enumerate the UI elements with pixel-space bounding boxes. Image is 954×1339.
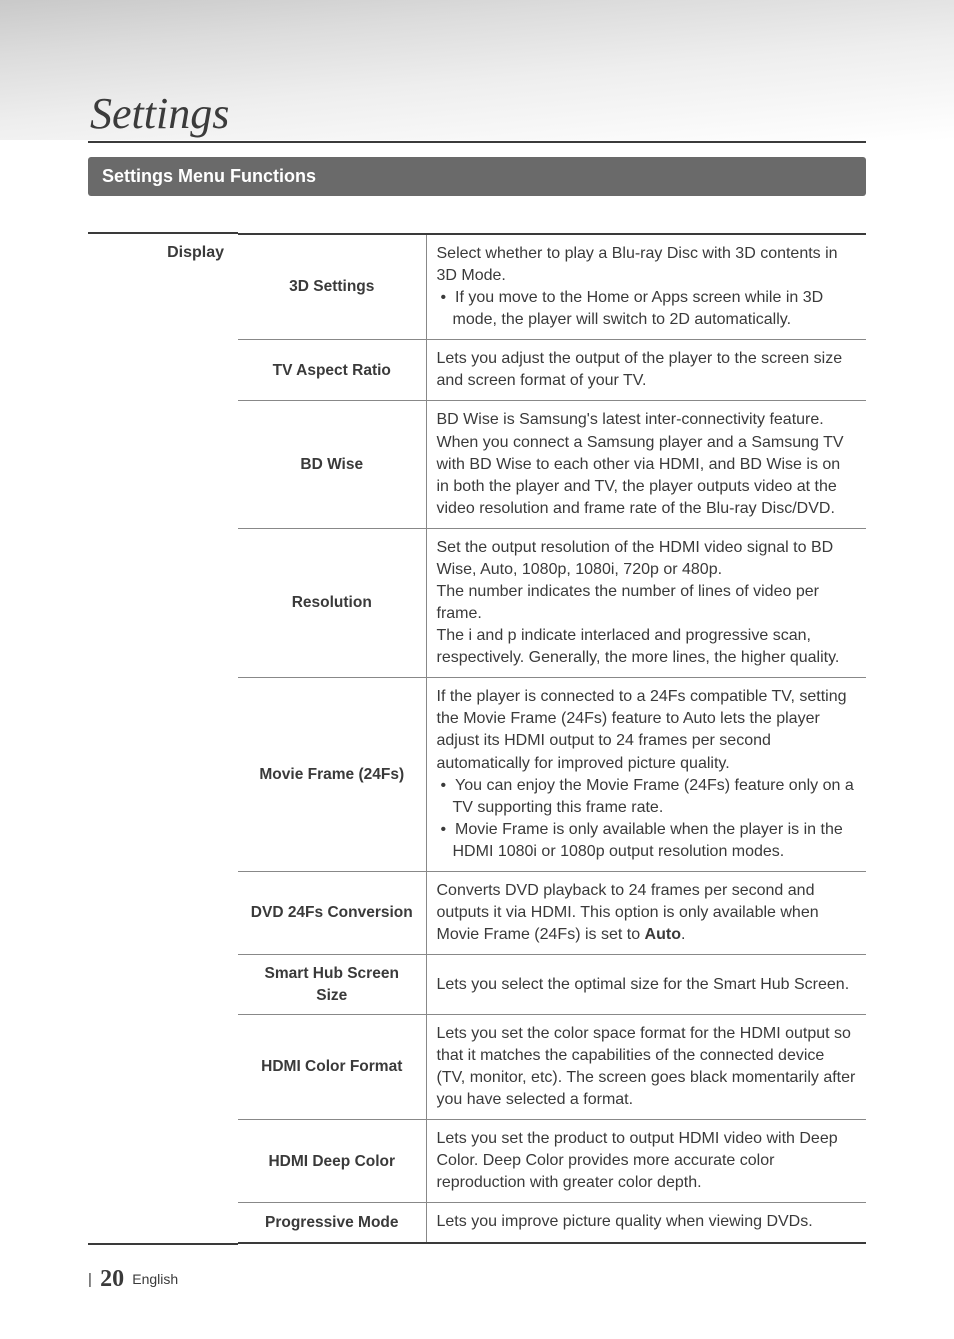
setting-name: HDMI Deep Color	[238, 1120, 426, 1203]
setting-name: HDMI Color Format	[238, 1014, 426, 1119]
settings-table: Display 3D Settings Select whether to pl…	[88, 232, 866, 1245]
desc-text: If the player is connected to a 24Fs com…	[437, 688, 847, 771]
setting-description: Lets you adjust the output of the player…	[426, 340, 866, 401]
setting-description: Set the output resolution of the HDMI vi…	[426, 528, 866, 677]
bullet-text: You can enjoy the Movie Frame (24Fs) fea…	[453, 777, 854, 816]
setting-name: TV Aspect Ratio	[238, 340, 426, 401]
row-tv-aspect-ratio: TV Aspect Ratio Lets you adjust the outp…	[238, 340, 866, 401]
setting-description: Converts DVD playback to 24 frames per s…	[426, 871, 866, 954]
page-content: Settings Settings Menu Functions Display…	[0, 0, 954, 1245]
setting-description: Select whether to play a Blu-ray Disc wi…	[426, 234, 866, 340]
setting-description: Lets you select the optimal size for the…	[426, 955, 866, 1015]
desc-text: .	[681, 926, 685, 943]
desc-line: The number indicates the number of lines…	[437, 583, 819, 622]
desc-text: Converts DVD playback to 24 frames per s…	[437, 882, 819, 943]
bullet-text: If you move to the Home or Apps screen w…	[453, 289, 824, 328]
row-3d-settings: 3D Settings Select whether to play a Blu…	[238, 234, 866, 340]
row-dvd-24fs: DVD 24Fs Conversion Converts DVD playbac…	[238, 871, 866, 954]
settings-items-cell: 3D Settings Select whether to play a Blu…	[238, 233, 866, 1244]
desc-bold: Auto	[645, 926, 681, 943]
row-hdmi-deep-color: HDMI Deep Color Lets you set the product…	[238, 1120, 866, 1203]
desc-text: Select whether to play a Blu-ray Disc wi…	[437, 245, 838, 284]
settings-inner-table: 3D Settings Select whether to play a Blu…	[238, 233, 866, 1244]
category-label: Display	[88, 233, 238, 1244]
chapter-title: Settings	[88, 88, 866, 143]
setting-description: If the player is connected to a 24Fs com…	[426, 678, 866, 872]
setting-description: Lets you set the product to output HDMI …	[426, 1120, 866, 1203]
bullet-text: Movie Frame is only available when the p…	[453, 821, 843, 860]
setting-name: Progressive Mode	[238, 1203, 426, 1243]
setting-name: DVD 24Fs Conversion	[238, 871, 426, 954]
row-resolution: Resolution Set the output resolution of …	[238, 528, 866, 677]
desc-line: Set the output resolution of the HDMI vi…	[437, 539, 834, 578]
footer-pipe: |	[88, 1271, 92, 1288]
row-progressive-mode: Progressive Mode Lets you improve pictur…	[238, 1203, 866, 1243]
desc-line: The i and p indicate interlaced and prog…	[437, 627, 840, 666]
page-footer: | 20 English	[88, 1266, 178, 1293]
desc-bullet: • You can enjoy the Movie Frame (24Fs) f…	[437, 775, 857, 819]
setting-name: Smart Hub Screen Size	[238, 955, 426, 1015]
setting-name: BD Wise	[238, 401, 426, 528]
desc-bullet: • Movie Frame is only available when the…	[437, 819, 857, 863]
row-movie-frame: Movie Frame (24Fs) If the player is conn…	[238, 678, 866, 872]
setting-name: Resolution	[238, 528, 426, 677]
row-bd-wise: BD Wise BD Wise is Samsung's latest inte…	[238, 401, 866, 528]
footer-language: English	[132, 1271, 178, 1287]
settings-table-wrap: Display 3D Settings Select whether to pl…	[88, 232, 866, 1245]
setting-description: Lets you set the color space format for …	[426, 1014, 866, 1119]
setting-description: BD Wise is Samsung's latest inter-connec…	[426, 401, 866, 528]
row-smart-hub-size: Smart Hub Screen Size Lets you select th…	[238, 955, 866, 1015]
section-heading-bar: Settings Menu Functions	[88, 157, 866, 196]
setting-description: Lets you improve picture quality when vi…	[426, 1203, 866, 1243]
desc-bullet: • If you move to the Home or Apps screen…	[437, 287, 857, 331]
setting-name: 3D Settings	[238, 234, 426, 340]
category-row: Display 3D Settings Select whether to pl…	[88, 233, 866, 1244]
manual-page: Settings Settings Menu Functions Display…	[0, 0, 954, 1339]
setting-name: Movie Frame (24Fs)	[238, 678, 426, 872]
row-hdmi-color-format: HDMI Color Format Lets you set the color…	[238, 1014, 866, 1119]
page-number: 20	[100, 1266, 124, 1292]
